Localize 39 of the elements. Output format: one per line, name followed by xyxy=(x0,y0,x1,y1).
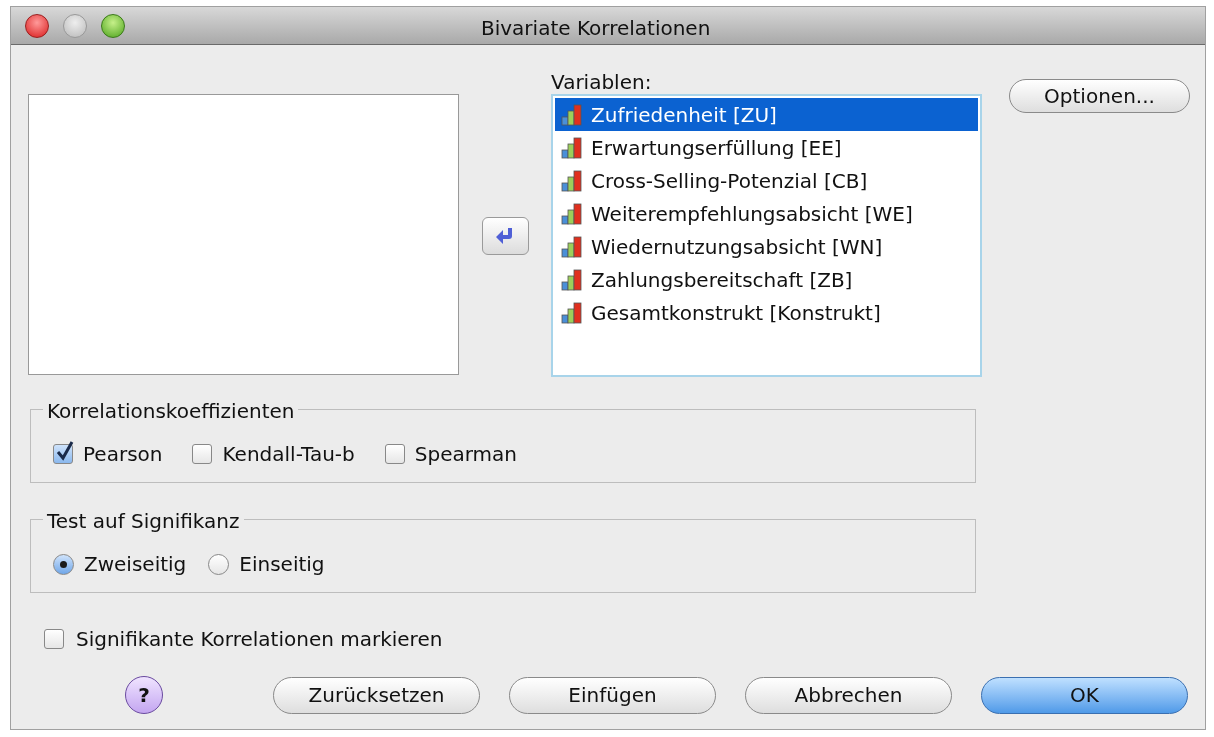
move-button[interactable] xyxy=(481,216,529,255)
variable-item[interactable]: Gesamtkonstrukt [Konstrukt] xyxy=(555,296,978,329)
dialog-button[interactable]: Zurücksetzen xyxy=(273,676,480,714)
bar-chart-icon xyxy=(561,103,583,126)
variable-item[interactable]: Wiedernutzungsabsicht [WN] xyxy=(555,230,978,263)
bar-chart-icon xyxy=(561,202,583,225)
bar-chart-icon xyxy=(561,136,583,159)
variables-label: Variablen: xyxy=(551,71,653,94)
variable-item[interactable]: Erwartungserfüllung [EE] xyxy=(555,131,978,164)
variable-item[interactable]: Weiterempfehlungsabsicht [WE] xyxy=(555,197,978,230)
checkbox[interactable] xyxy=(44,629,64,649)
variable-item[interactable]: Zahlungsbereitschaft [ZB] xyxy=(555,263,978,296)
checkbox-label: Signifikante Korrelationen markieren xyxy=(76,626,443,653)
checkbox[interactable] xyxy=(192,444,213,464)
minimize-button[interactable] xyxy=(63,13,87,38)
close-button[interactable] xyxy=(25,13,49,38)
radio-label: Einseitig xyxy=(239,551,325,578)
bar-chart-icon xyxy=(561,301,583,324)
window-title: Bivariate Korrelationen xyxy=(481,15,711,42)
radio-button[interactable] xyxy=(53,553,74,575)
variable-item[interactable]: Cross-Selling-Potenzial [CB] xyxy=(555,164,978,197)
checkbox-label: Pearson xyxy=(83,441,163,468)
bar-chart-icon xyxy=(561,235,583,258)
checkmark-icon xyxy=(55,440,75,462)
dialog-button[interactable]: OK xyxy=(981,676,1188,714)
dialog-button[interactable]: Einfügen xyxy=(509,676,716,714)
variable-item[interactable]: Zufriedenheit [ZU] xyxy=(555,98,978,131)
checkbox-label: Kendall-Tau-b xyxy=(222,441,355,468)
dialog-button[interactable]: Abbrechen xyxy=(745,676,952,714)
help-button[interactable]: ? xyxy=(125,676,163,714)
radio-button[interactable] xyxy=(208,553,230,575)
checkbox-label: Spearman xyxy=(414,441,517,468)
zoom-button[interactable] xyxy=(101,13,125,38)
options-button[interactable]: Optionen... xyxy=(1009,79,1190,113)
bar-chart-icon xyxy=(561,169,583,192)
checkbox[interactable] xyxy=(384,444,405,464)
checkbox[interactable] xyxy=(53,444,73,464)
radio-label: Zweiseitig xyxy=(84,551,187,578)
bar-chart-icon xyxy=(561,268,583,291)
